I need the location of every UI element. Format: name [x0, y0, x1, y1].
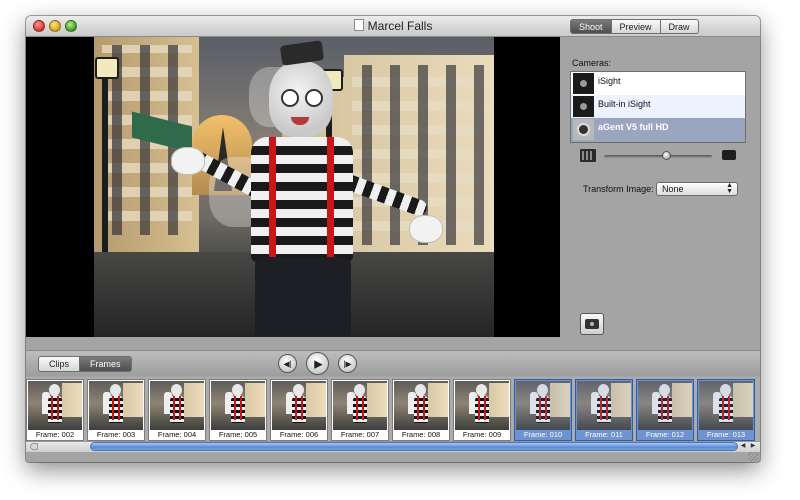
frame-thumbnail[interactable]: Frame: 002 [26, 379, 84, 441]
tab-frames[interactable]: Frames [80, 356, 132, 372]
scrollbar-thumb[interactable] [90, 442, 738, 451]
cameras-label: Cameras: [572, 58, 612, 68]
frame-label: Frame: 006 [279, 430, 319, 439]
camera-preview-icon [573, 73, 594, 94]
capture-frame-button[interactable] [580, 313, 604, 335]
frame-thumbnail[interactable]: Frame: 010 [514, 379, 572, 441]
camera-item-agent-v5[interactable]: aGent V5 full HD [571, 118, 745, 142]
frame-image [394, 381, 448, 430]
frame-thumbnail[interactable]: Frame: 005 [209, 379, 267, 441]
camera-list[interactable]: iSight Built-in iSight aGent V5 full HD [570, 71, 746, 143]
frame-label: Frame: 007 [340, 430, 380, 439]
play-button[interactable]: ▶ [306, 352, 329, 375]
camera-name: aGent V5 full HD [598, 122, 669, 132]
step-forward-icon: |▶ [343, 359, 352, 368]
step-back-button[interactable]: ◀| [278, 354, 297, 373]
live-camera-image [94, 37, 494, 337]
frame-image [211, 381, 265, 430]
play-icon: ▶ [314, 358, 323, 370]
document-icon [353, 19, 364, 31]
step-back-icon: ◀| [283, 359, 292, 368]
camera-viewer[interactable] [26, 37, 560, 337]
transform-image-select[interactable]: None ▲ ▼ [656, 182, 738, 196]
frame-label: Frame: 004 [157, 430, 197, 439]
slider-knob[interactable] [661, 151, 671, 160]
scroll-right-arrow-icon[interactable]: ▶ [748, 441, 758, 452]
frame-label: Frame: 012 [645, 430, 685, 439]
select-arrows-icon: ▲ ▼ [726, 182, 733, 195]
frame-thumbnail[interactable]: Frame: 008 [392, 379, 450, 441]
camera-item-isight[interactable]: iSight [571, 72, 745, 95]
frame-thumbnail[interactable]: Frame: 006 [270, 379, 328, 441]
resize-grip-icon[interactable] [748, 452, 759, 461]
frame-label: Frame: 013 [706, 430, 746, 439]
frame-image [272, 381, 326, 430]
camera-icon [722, 150, 736, 160]
camera-item-built-in-isight[interactable]: Built-in iSight [571, 95, 745, 118]
frame-image [699, 381, 753, 430]
bottom-toolbar [26, 350, 760, 376]
frame-thumbnail[interactable]: Frame: 011 [575, 379, 633, 441]
scroll-left-arrow-icon[interactable]: ◀ [738, 441, 748, 452]
tab-shoot[interactable]: Shoot [570, 19, 612, 34]
frame-label: Frame: 005 [218, 430, 258, 439]
frame-thumbnail[interactable]: Frame: 009 [453, 379, 511, 441]
frame-image [455, 381, 509, 430]
frame-label: Frame: 009 [462, 430, 502, 439]
camera-preview-icon [573, 96, 594, 117]
view-tabs: Clips Frames [38, 356, 132, 372]
frame-thumbnail[interactable]: Frame: 003 [87, 379, 145, 441]
frame-thumbnail[interactable]: Frame: 007 [331, 379, 389, 441]
camera-name: Built-in iSight [598, 99, 651, 109]
frame-image [150, 381, 204, 430]
mode-tabs: Shoot Preview Draw [570, 19, 699, 34]
tab-draw[interactable]: Draw [660, 19, 699, 34]
frame-label: Frame: 002 [35, 430, 75, 439]
tab-clips[interactable]: Clips [38, 356, 81, 372]
transform-selected-value: None [662, 184, 684, 194]
frame-image [638, 381, 692, 430]
tab-preview[interactable]: Preview [611, 19, 661, 34]
frame-image [28, 381, 82, 430]
webcam-icon [573, 119, 594, 140]
frame-label: Frame: 011 [585, 430, 623, 439]
frame-image [89, 381, 143, 430]
frame-thumbnail[interactable]: Frame: 012 [636, 379, 694, 441]
onion-skin-slider[interactable] [604, 155, 712, 158]
film-strip-icon [580, 149, 596, 162]
frame-label: Frame: 010 [523, 430, 563, 439]
frame-label: Frame: 003 [96, 430, 136, 439]
scrollbar-left-cap [30, 443, 38, 450]
step-forward-button[interactable]: |▶ [338, 354, 357, 373]
camera-name: iSight [598, 76, 621, 86]
frame-image [333, 381, 387, 430]
transform-image-label: Transform Image: [583, 184, 654, 194]
frame-thumbnail[interactable]: Frame: 004 [148, 379, 206, 441]
frame-image [516, 381, 570, 430]
frame-thumbnail[interactable]: Frame: 013 [697, 379, 755, 441]
frame-label: Frame: 008 [401, 430, 441, 439]
frame-image [577, 381, 631, 430]
